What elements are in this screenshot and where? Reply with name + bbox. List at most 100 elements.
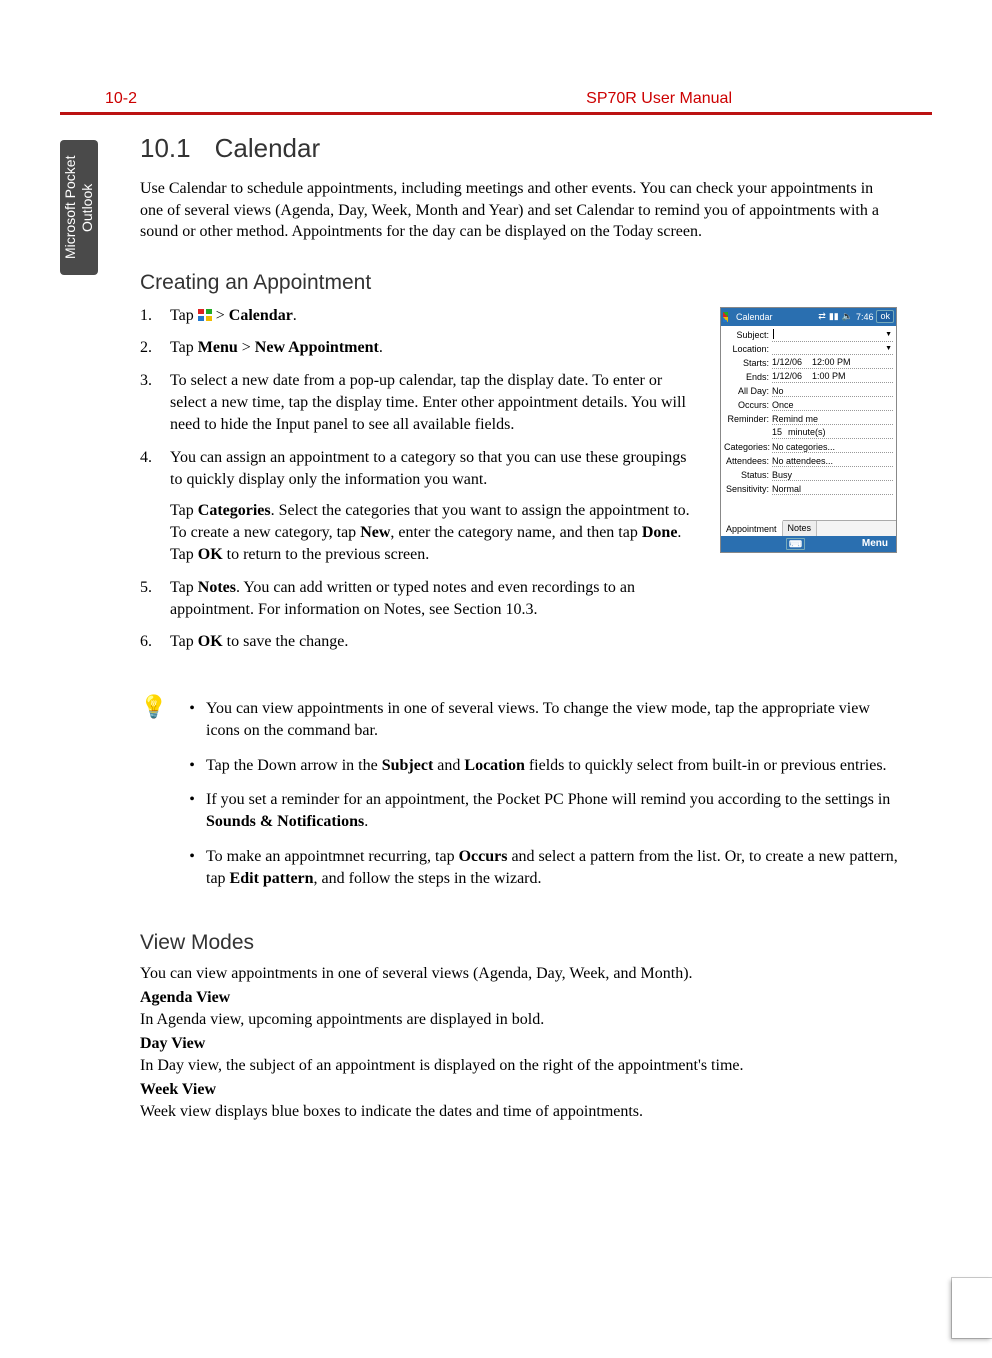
occurs-label: Occurs: [724, 400, 772, 410]
week-view-heading: Week View [140, 1081, 900, 1099]
step-text: > [238, 339, 255, 356]
side-tab-label: Microsoft Pocket Outlook [62, 140, 96, 275]
allday-label: All Day: [724, 386, 772, 396]
step-text: Tap [170, 502, 198, 519]
speaker-icon: 🔈 [842, 311, 853, 322]
tip-text: fields to quickly select from built-in o… [525, 757, 887, 774]
categories-label: Categories: [724, 442, 772, 452]
location-field[interactable]: ▼ [772, 343, 893, 355]
step-bold: Categories [198, 502, 271, 519]
step-bold: New [360, 524, 390, 541]
manual-title: SP70R User Manual [586, 90, 732, 108]
step-text: Tap [170, 307, 198, 324]
step-bold: Done [642, 524, 678, 541]
tip-bold: Occurs [459, 848, 508, 865]
tab-appointment[interactable]: Appointment [721, 520, 783, 536]
tip-bold: Subject [382, 757, 434, 774]
keyboard-icon[interactable]: ⌨ [786, 538, 805, 550]
signal-icon: ▮▮ [829, 311, 839, 322]
status-field[interactable]: Busy [772, 469, 893, 481]
step-text: Tap [170, 579, 198, 596]
page-header: 10-2 SP70R User Manual [60, 60, 932, 115]
tip-bold: Edit pattern [230, 870, 314, 887]
attendees-label: Attendees: [724, 456, 772, 466]
subject-label: Subject: [724, 330, 772, 340]
tab-notes[interactable]: Notes [783, 521, 818, 536]
step-bold: Notes [198, 579, 236, 596]
step-1: 1. Tap > Calendar. [140, 305, 700, 327]
step-bold: OK [198, 633, 223, 650]
view-modes-intro: You can view appointments in one of seve… [140, 965, 900, 983]
step-text: . [677, 524, 681, 541]
tip-text: , and follow the steps in the wizard. [314, 870, 542, 887]
start-icon[interactable] [723, 312, 733, 322]
tip-item: • Tap the Down arrow in the Subject and … [178, 755, 900, 777]
tip-text: . [364, 813, 368, 830]
view-modes-heading: View Modes [140, 931, 900, 955]
day-view-heading: Day View [140, 1035, 900, 1053]
tip-bold: Sounds & Notifications [206, 813, 364, 830]
screenshot-title: Calendar [736, 312, 773, 322]
step-bold: New Appointment [255, 339, 379, 356]
sync-icon: ⇄ [818, 311, 826, 322]
side-tab: Microsoft Pocket Outlook [60, 140, 98, 275]
dropdown-icon[interactable]: ▼ [885, 345, 892, 352]
tip-item: •You can view appointments in one of sev… [178, 698, 900, 743]
step-text: Tap [170, 546, 198, 563]
page-fold-decoration [952, 1278, 992, 1338]
titlebar: Calendar ⇄ ▮▮ 🔈 7:46 ok [721, 308, 896, 326]
sensitivity-field[interactable]: Normal [772, 483, 893, 495]
sensitivity-label: Sensitivity: [724, 484, 772, 494]
tip-text: and [433, 757, 464, 774]
tip-item: • To make an appointmnet recurring, tap … [178, 846, 900, 891]
categories-field[interactable]: No categories... [772, 441, 893, 453]
step-bold: Menu [198, 339, 238, 356]
tip-item: • If you set a reminder for an appointme… [178, 789, 900, 834]
tip-icon: 💡 [140, 696, 168, 903]
starts-label: Starts: [724, 358, 772, 368]
step-text: . [293, 307, 297, 324]
start-icon [198, 309, 212, 321]
step-bold: Calendar [229, 307, 293, 324]
subject-field[interactable]: ▼ [772, 329, 893, 342]
step-text: . You can add written or typed notes and… [170, 579, 635, 618]
step-text: to save the change. [223, 633, 349, 650]
clock-text: 7:46 [856, 312, 874, 322]
dropdown-icon[interactable]: ▼ [885, 331, 892, 338]
appointment-screenshot: Calendar ⇄ ▮▮ 🔈 7:46 ok Subject:▼ Locati… [720, 307, 897, 553]
section-heading: 10.1 Calendar [140, 133, 900, 164]
tip-bold: Location [464, 757, 524, 774]
ends-label: Ends: [724, 372, 772, 382]
section-number: 10.1 [140, 133, 191, 163]
step-text: You can assign an appointment to a categ… [170, 449, 687, 488]
step-text: > [212, 307, 229, 324]
agenda-view-heading: Agenda View [140, 989, 900, 1007]
step-text: , enter the category name, and then tap [390, 524, 641, 541]
page-number: 10-2 [105, 90, 137, 108]
section-intro: Use Calendar to schedule appointments, i… [140, 178, 900, 243]
reminder-field[interactable]: Remind me [772, 413, 893, 425]
day-view-text: In Day view, the subject of an appointme… [140, 1057, 900, 1075]
step-6: 6. Tap OK to save the change. [140, 631, 700, 653]
bottombar: ⌨ Menu [721, 536, 896, 552]
step-text: to return to the previous screen. [223, 546, 430, 563]
week-view-text: Week view displays blue boxes to indicat… [140, 1103, 900, 1121]
ok-button[interactable]: ok [876, 310, 894, 323]
tip-text: If you set a reminder for an appointment… [206, 791, 890, 808]
reminder-label: Reminder: [724, 414, 772, 424]
occurs-field[interactable]: Once [772, 399, 893, 411]
tip-text: Tap the Down arrow in the [206, 757, 382, 774]
attendees-field[interactable]: No attendees... [772, 455, 893, 467]
steps-list: 1. Tap > Calendar. 2. Tap Menu > New App… [140, 305, 700, 654]
tips-list: •You can view appointments in one of sev… [178, 698, 900, 903]
reminder-value-field[interactable]: 15minute(s) [772, 427, 893, 439]
status-label: Status: [724, 470, 772, 480]
starts-field[interactable]: 1/12/0612:00 PM [772, 357, 893, 369]
section-title-text: Calendar [215, 133, 321, 163]
creating-heading: Creating an Appointment [140, 271, 900, 295]
step-text: . [379, 339, 383, 356]
tip-text: To make an appointmnet recurring, tap [206, 848, 459, 865]
allday-field[interactable]: No [772, 385, 893, 397]
ends-field[interactable]: 1/12/061:00 PM [772, 371, 893, 383]
menu-button[interactable]: Menu [862, 538, 888, 549]
